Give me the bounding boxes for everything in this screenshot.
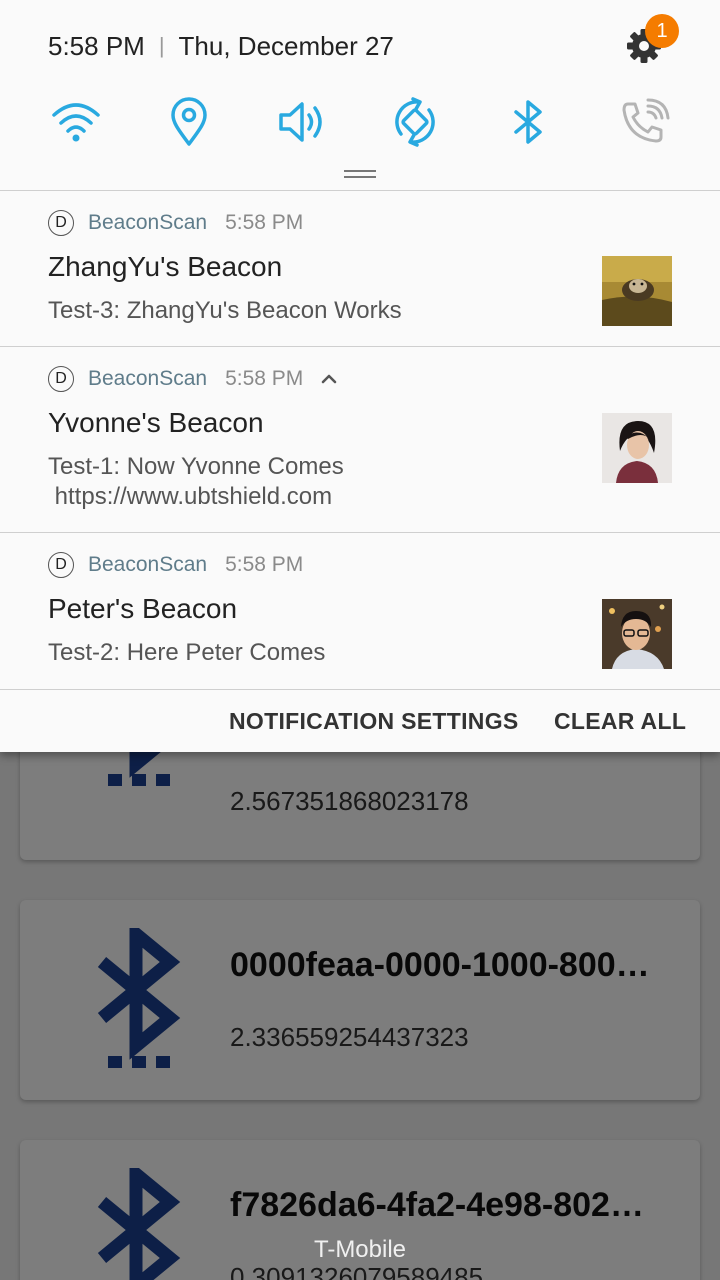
app-icon: D	[48, 210, 74, 236]
man-avatar-thumbnail	[602, 599, 672, 669]
notification-settings-button[interactable]: NOTIFICATION SETTINGS	[229, 708, 519, 735]
app-icon: D	[48, 366, 74, 392]
status-header: 5:58 PM | Thu, December 27	[48, 28, 394, 64]
wifi-icon[interactable]	[50, 96, 102, 148]
notification-title: Peter's Beacon	[48, 593, 238, 624]
notification-body: Test-1: Now Yvonne Comes https://www.ubt…	[48, 453, 344, 510]
clear-all-button[interactable]: CLEAR ALL	[554, 708, 686, 735]
notification-header: D BeaconScan 5:58 PM	[48, 365, 341, 393]
notification-title: ZhangYu's Beacon	[48, 251, 283, 282]
sound-icon[interactable]	[276, 96, 328, 148]
location-icon[interactable]	[163, 96, 215, 148]
notification-item[interactable]: D BeaconScan 5:58 PM Yvonne's Beacon Tes…	[0, 347, 720, 532]
sea-otter-thumbnail	[602, 256, 672, 326]
bluetooth-icon[interactable]	[502, 96, 554, 148]
clock: 5:58 PM	[48, 30, 145, 61]
notification-body: Test-3: ZhangYu's Beacon Works	[48, 297, 402, 324]
woman-avatar-thumbnail	[602, 413, 672, 483]
notification-actions: NOTIFICATION SETTINGS CLEAR ALL	[0, 690, 720, 752]
chevron-up-icon[interactable]	[317, 367, 341, 391]
date: Thu, December 27	[178, 30, 394, 61]
app-icon: D	[48, 552, 74, 578]
settings-badge: 1	[645, 14, 679, 48]
notification-time: 5:58 PM	[225, 367, 304, 390]
app-name: BeaconScan	[88, 367, 208, 390]
notification-item[interactable]: D BeaconScan 5:58 PM Peter's Beacon Test…	[0, 533, 720, 689]
carrier-label: T-Mobile	[313, 1236, 407, 1263]
wifi-calling-icon[interactable]	[618, 96, 670, 148]
notification-shade: 5:58 PM | Thu, December 27 1 D BeaconSca…	[0, 0, 720, 752]
notification-header: D BeaconScan 5:58 PM	[48, 209, 303, 237]
notification-header: D BeaconScan 5:58 PM	[48, 551, 303, 579]
divider: |	[158, 33, 165, 58]
notification-body: Test-2: Here Peter Comes	[48, 639, 326, 666]
notification-item[interactable]: D BeaconScan 5:58 PM ZhangYu's Beacon Te…	[0, 191, 720, 346]
app-name: BeaconScan	[88, 553, 208, 576]
drag-handle[interactable]	[344, 170, 376, 178]
notification-title: Yvonne's Beacon	[48, 407, 264, 438]
auto-rotate-icon[interactable]	[389, 96, 441, 148]
app-name: BeaconScan	[88, 211, 208, 234]
notification-time: 5:58 PM	[225, 211, 304, 234]
notification-time: 5:58 PM	[225, 553, 304, 576]
